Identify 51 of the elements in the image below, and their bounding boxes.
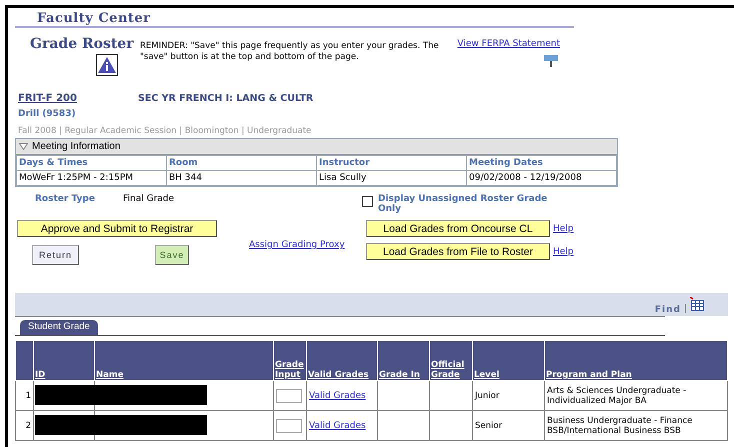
checkbox-label: Display Unassigned Roster Grade Only: [378, 194, 548, 214]
column-header: Room: [166, 156, 316, 170]
table-cell: Junior: [472, 380, 544, 410]
sign-icon: [544, 55, 558, 67]
column-header[interactable]: Grade In: [378, 341, 430, 380]
info-icon: [96, 54, 118, 76]
table-cell: Senior: [472, 410, 544, 440]
row-number: 2: [16, 410, 34, 440]
column-header: Meeting Dates: [466, 156, 616, 170]
table-cell: 09/02/2008 - 12/19/2008: [466, 170, 616, 186]
table-cell: BH 344: [166, 170, 316, 186]
column-header[interactable]: Grade Input: [274, 341, 306, 380]
section-label: Drill (9583): [17, 109, 77, 119]
return-button[interactable]: Return: [32, 245, 79, 265]
column-header[interactable]: Program and Plan: [544, 341, 728, 380]
field-value: Final Grade: [123, 194, 174, 206]
column-header: Days & Times: [16, 156, 166, 170]
grade-input[interactable]: [276, 418, 302, 432]
ferpa-link[interactable]: View FERPA Statement: [457, 39, 560, 49]
course-name: SEC YR FRENCH I: LANG & CULTR: [138, 93, 314, 104]
checkbox[interactable]: [362, 196, 373, 207]
approve-button[interactable]: Approve and Submit to Registrar: [17, 220, 217, 237]
panel-title[interactable]: Meeting Information: [32, 141, 120, 152]
column-header[interactable]: Level: [472, 341, 544, 380]
reminder-text: REMINDER: "Save" this page frequently as you enter your grades. The "save" button is at the top and bottom of the page.: [140, 40, 440, 64]
column-header[interactable]: Name: [94, 341, 274, 380]
collapse-icon[interactable]: [19, 143, 28, 150]
help-link[interactable]: Help: [553, 246, 574, 256]
field-label: Roster Type: [35, 194, 96, 206]
table-cell: Arts & Sciences Undergraduate - Individualized Major BA: [544, 380, 728, 410]
proxy-link[interactable]: Assign Grading Proxy: [249, 240, 345, 250]
column-header[interactable]: ID: [34, 341, 94, 380]
table-cell: Lisa Scully: [316, 170, 466, 186]
grade-input[interactable]: [276, 388, 302, 402]
course-code-link[interactable]: FRIT-F 200: [18, 93, 138, 104]
grid-view-icon: [690, 297, 704, 311]
find-link[interactable]: Find: [654, 305, 681, 315]
column-header[interactable]: Official Grade: [430, 341, 472, 380]
row-number: 1: [16, 380, 34, 410]
term-text: Fall 2008 | Regular Academic Session | Bloomington | Undergraduate: [17, 126, 312, 136]
help-link[interactable]: Help: [553, 224, 574, 234]
tab[interactable]: Student Grade: [20, 320, 98, 335]
section-title: Faculty Center: [37, 11, 152, 26]
column-header[interactable]: Valid Grades: [306, 341, 378, 380]
load-grades-button[interactable]: Load Grades from File to Roster: [366, 243, 550, 260]
table-cell: Business Undergraduate - Finance BSB/International Business BSB: [544, 410, 728, 440]
column-header: Instructor: [316, 156, 466, 170]
table-cell: MoWeFr 1:25PM - 2:15PM: [16, 170, 166, 186]
save-button[interactable]: Save: [155, 245, 189, 265]
page-title: Grade Roster: [30, 36, 134, 52]
load-grades-button[interactable]: Load Grades from Oncourse CL: [366, 220, 550, 237]
